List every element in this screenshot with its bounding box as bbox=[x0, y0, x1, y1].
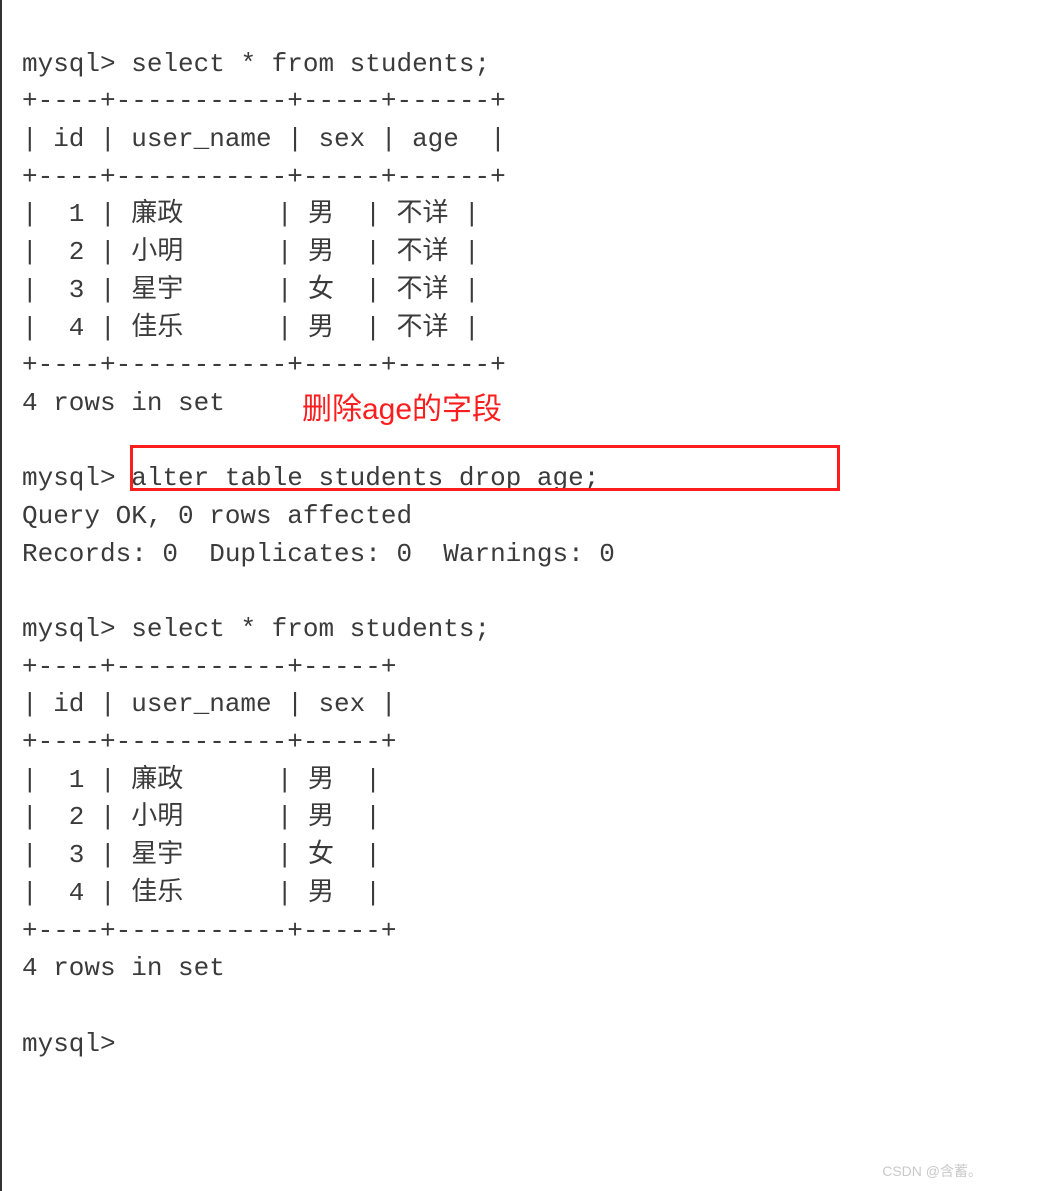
table1-summary: 4 rows in set bbox=[22, 388, 225, 418]
prompt: mysql> bbox=[22, 614, 116, 644]
alter-result-2: Records: 0 Duplicates: 0 Warnings: 0 bbox=[22, 539, 615, 569]
terminal-output: mysql> select * from students; +----+---… bbox=[0, 0, 1000, 1191]
prompt: mysql> bbox=[22, 49, 116, 79]
annotation-label: 删除age的字段 bbox=[302, 388, 502, 432]
table1-border-top: +----+-----------+-----+------+ bbox=[22, 86, 506, 116]
table2-row: | 3 | 星宇 | 女 | bbox=[22, 840, 381, 870]
prompt: mysql> bbox=[22, 463, 116, 493]
highlight-box bbox=[130, 445, 840, 491]
table1-row: | 2 | 小明 | 男 | 不详 | bbox=[22, 237, 480, 267]
table1-row: | 3 | 星宇 | 女 | 不详 | bbox=[22, 275, 480, 305]
table1-row: | 1 | 廉政 | 男 | 不详 | bbox=[22, 199, 480, 229]
table1-border-mid: +----+-----------+-----+------+ bbox=[22, 162, 506, 192]
alter-result-1: Query OK, 0 rows affected bbox=[22, 501, 412, 531]
table2-header: | id | user_name | sex | bbox=[22, 689, 396, 719]
table2-summary: 4 rows in set bbox=[22, 953, 225, 983]
table1-border-bot: +----+-----------+-----+------+ bbox=[22, 350, 506, 380]
table2-border-top: +----+-----------+-----+ bbox=[22, 652, 396, 682]
sql-select-1: select * from students; bbox=[131, 49, 490, 79]
table2-row: | 1 | 廉政 | 男 | bbox=[22, 765, 381, 795]
table2-border-mid: +----+-----------+-----+ bbox=[22, 727, 396, 757]
table1-header: | id | user_name | sex | age | bbox=[22, 124, 506, 154]
watermark: CSDN @含蓄。 bbox=[882, 1161, 982, 1181]
sql-select-2: select * from students; bbox=[131, 614, 490, 644]
table2-row: | 2 | 小明 | 男 | bbox=[22, 802, 381, 832]
table1-row: | 4 | 佳乐 | 男 | 不详 | bbox=[22, 313, 480, 343]
prompt: mysql> bbox=[22, 1029, 116, 1059]
table2-row: | 4 | 佳乐 | 男 | bbox=[22, 878, 381, 908]
table2-border-bot: +----+-----------+-----+ bbox=[22, 916, 396, 946]
